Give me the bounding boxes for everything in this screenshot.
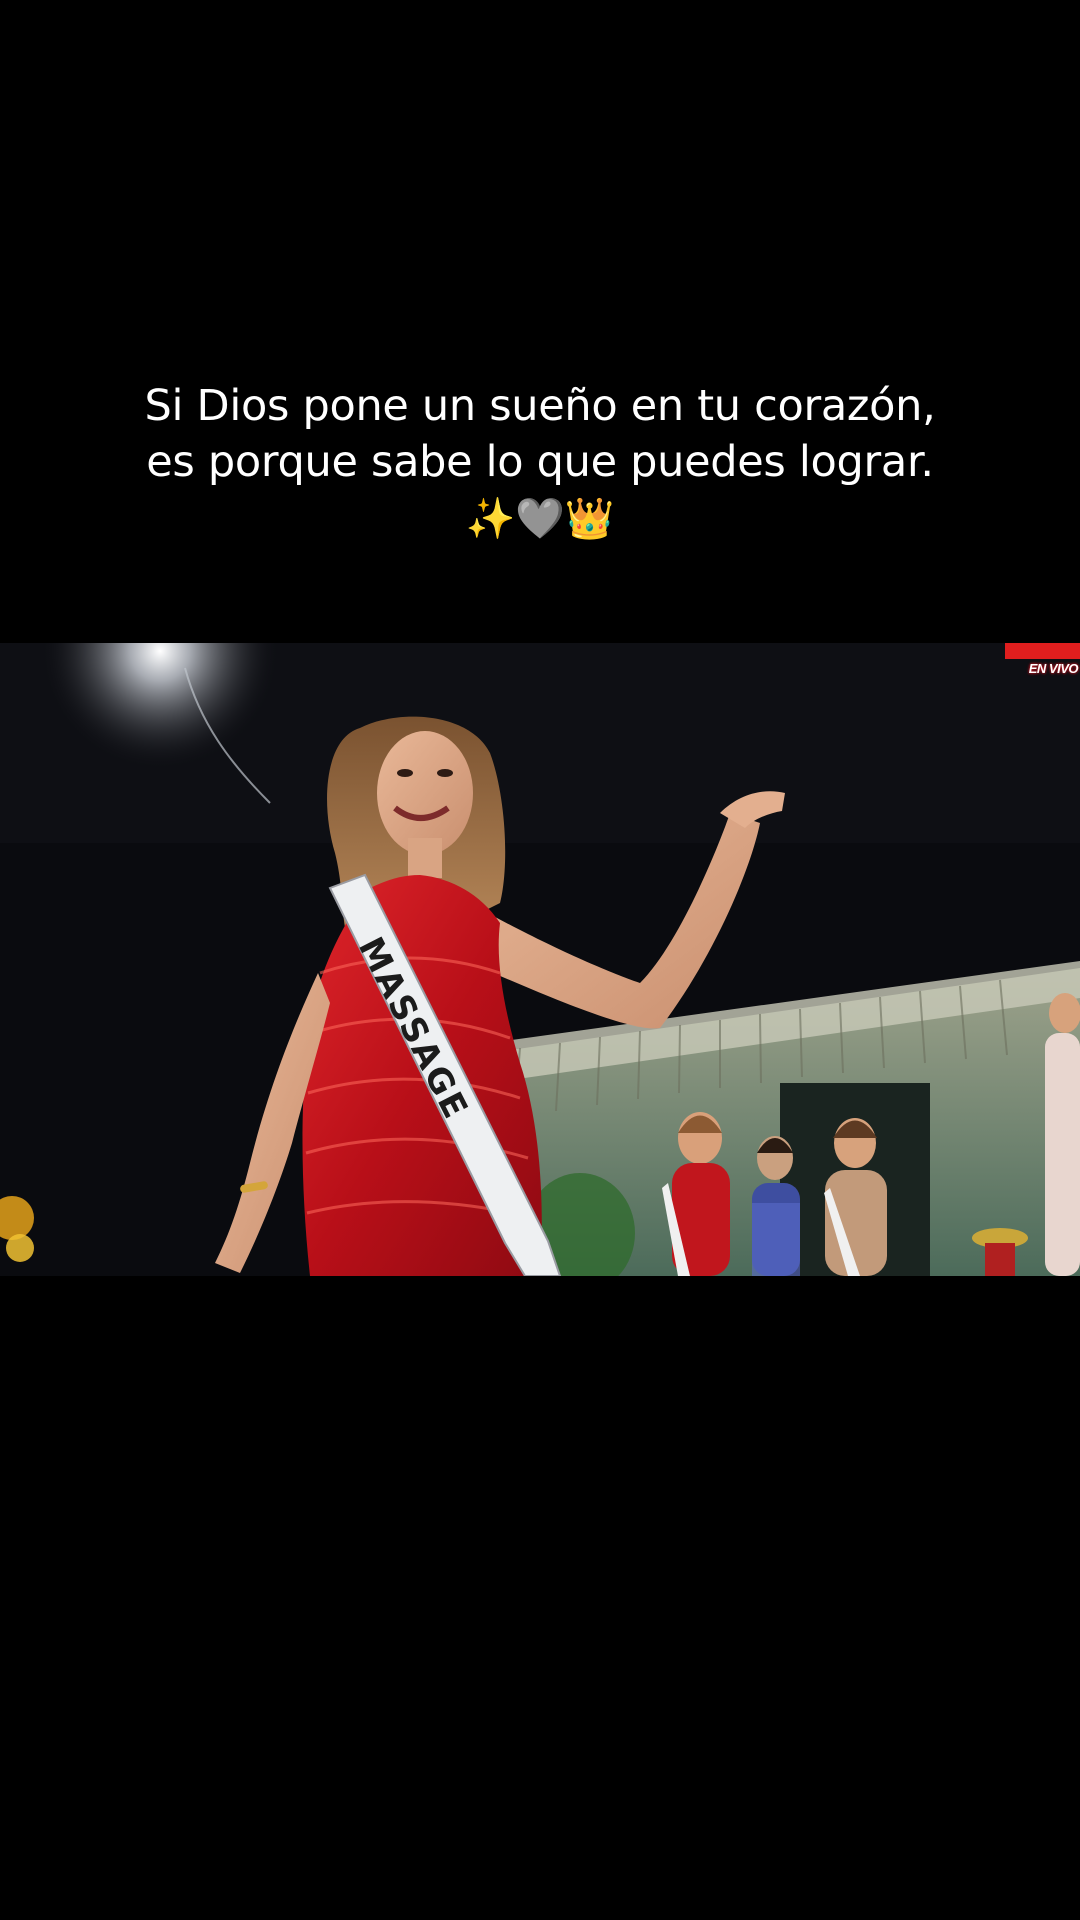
video-scene: MASSAGE <box>0 643 1080 1276</box>
live-badge: EN VIVO <box>1028 661 1079 676</box>
caption-emoji-line: ✨🩶👑 <box>465 496 615 542</box>
video-frame[interactable]: MASSAGE EN VIVO <box>0 643 1080 1276</box>
caption-line-2: es porque sabe lo que puedes lograr. <box>146 437 934 487</box>
caption-line-1: Si Dios pone un sueño en tu corazón, <box>144 381 936 431</box>
video-caption: Si Dios pone un sueño en tu corazón, es … <box>0 378 1080 548</box>
